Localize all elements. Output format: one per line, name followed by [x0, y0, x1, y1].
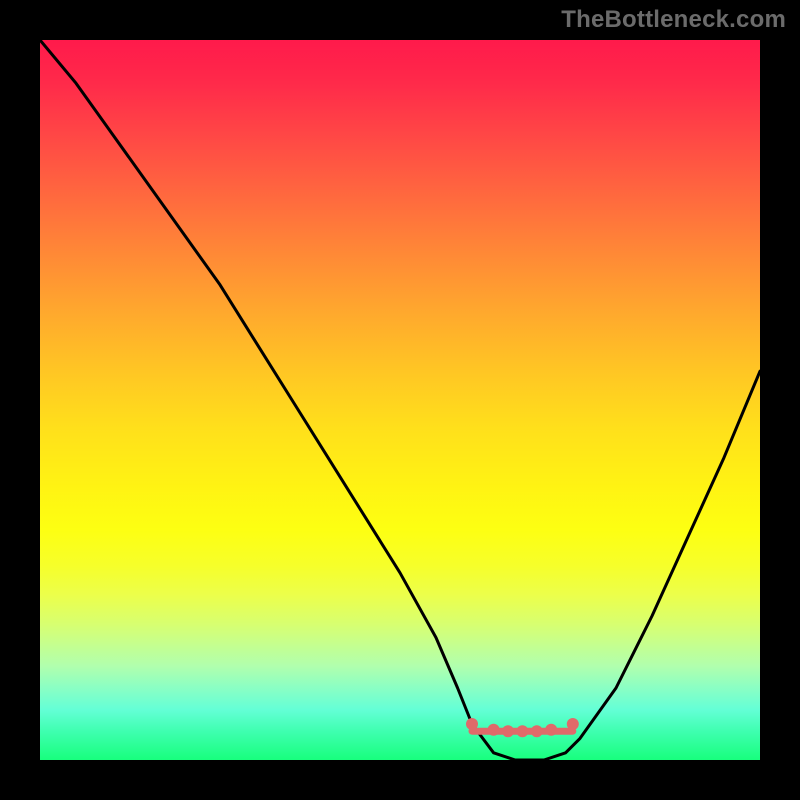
bottleneck-curve: [40, 40, 760, 760]
marker-dot: [466, 718, 478, 730]
chart-frame: TheBottleneck.com: [0, 0, 800, 800]
marker-dot: [516, 725, 528, 737]
plot-svg: [40, 40, 760, 760]
marker-dot: [502, 725, 514, 737]
marker-dot: [488, 724, 500, 736]
watermark-text: TheBottleneck.com: [561, 6, 786, 34]
marker-dot: [567, 718, 579, 730]
marker-dot: [531, 725, 543, 737]
plot-area: [40, 40, 760, 760]
marker-dot: [545, 724, 557, 736]
